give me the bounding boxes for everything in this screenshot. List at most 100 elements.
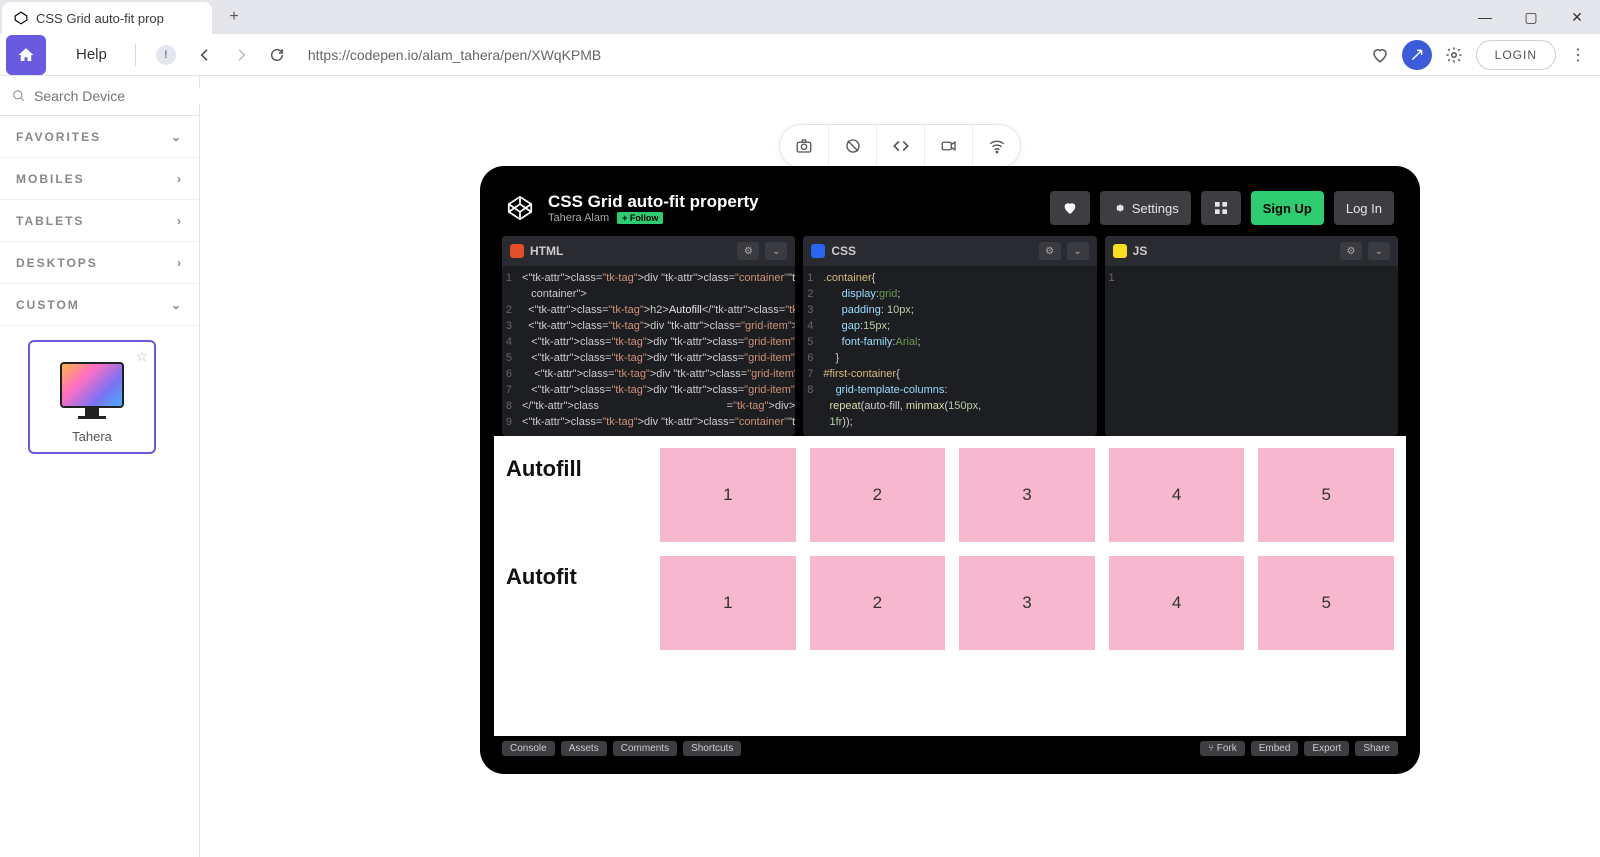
preview-canvas: CSS Grid auto-fit property Tahera Alam +… — [200, 76, 1600, 857]
view-button[interactable] — [1201, 191, 1241, 225]
login-button[interactable]: Log In — [1334, 191, 1394, 225]
html-code[interactable]: 1<"tk-attr">class="tk-tag">div "tk-attr"… — [502, 266, 795, 436]
like-button[interactable] — [1050, 191, 1090, 225]
tab-title: CSS Grid auto-fit prop — [36, 11, 200, 26]
codepen-logo-icon — [506, 194, 534, 222]
editor-dropdown-icon[interactable]: ⌄ — [765, 242, 787, 260]
screenshot-icon[interactable] — [780, 125, 828, 167]
css-badge-icon — [811, 244, 825, 258]
sidebar-label: MOBILES — [16, 172, 85, 186]
window-controls: — ▢ ✕ — [1462, 0, 1600, 34]
forward-button[interactable] — [226, 40, 256, 70]
preview-section: Autofill 12345 — [506, 448, 1394, 542]
sidebar-desktops[interactable]: DESKTOPS › — [0, 242, 199, 284]
editor-settings-icon[interactable]: ⚙ — [737, 242, 759, 260]
editor-row: HTML ⚙ ⌄ 1<"tk-attr">class="tk-tag">div … — [494, 236, 1406, 436]
sidebar-label: TABLETS — [16, 214, 84, 228]
device-sidebar: FAVORITES ⌄ MOBILES › TABLETS › DESKTOPS… — [0, 76, 200, 857]
comments-button[interactable]: Comments — [613, 741, 677, 756]
fork-button[interactable]: ⑂ Fork — [1200, 741, 1245, 756]
embed-button[interactable]: Embed — [1251, 741, 1299, 756]
grid-item: 2 — [810, 556, 946, 650]
settings-button[interactable]: Settings — [1100, 191, 1191, 225]
preview-title: Autofill — [506, 448, 646, 482]
record-icon[interactable] — [924, 125, 972, 167]
new-tab-button[interactable]: + — [220, 3, 248, 31]
chevron-right-icon: › — [177, 214, 183, 228]
html-editor[interactable]: HTML ⚙ ⌄ 1<"tk-attr">class="tk-tag">div … — [502, 236, 795, 436]
browser-toolbar: Help ! https://codepen.io/alam_tahera/pe… — [0, 34, 1600, 76]
browser-tab[interactable]: CSS Grid auto-fit prop — [2, 2, 212, 34]
chevron-down-icon: ⌄ — [171, 130, 183, 144]
alert-badge[interactable]: ! — [156, 45, 176, 65]
maximize-button[interactable]: ▢ — [1508, 0, 1554, 34]
editor-dropdown-icon[interactable]: ⌄ — [1067, 242, 1089, 260]
signup-button[interactable]: Sign Up — [1251, 191, 1324, 225]
codepen-footer: Console Assets Comments Shortcuts ⑂ Fork… — [494, 736, 1406, 760]
tab-strip: CSS Grid auto-fit prop + — ▢ ✕ — [0, 0, 1600, 34]
grid-item: 4 — [1109, 556, 1245, 650]
rotate-icon[interactable] — [828, 125, 876, 167]
custom-device-name: Tahera — [72, 429, 112, 444]
address-bar[interactable]: https://codepen.io/alam_tahera/pen/XWqKP… — [298, 47, 1358, 63]
simulated-device: CSS Grid auto-fit property Tahera Alam +… — [480, 166, 1420, 774]
js-code[interactable]: 1 — [1105, 266, 1398, 436]
reload-button[interactable] — [262, 40, 292, 70]
settings-icon[interactable] — [1438, 39, 1470, 71]
search-row[interactable] — [0, 76, 199, 116]
search-icon — [12, 89, 26, 103]
minimize-button[interactable]: — — [1462, 0, 1508, 34]
grid-item: 3 — [959, 556, 1095, 650]
js-editor[interactable]: JS ⚙ ⌄ 1 — [1105, 236, 1398, 436]
console-button[interactable]: Console — [502, 741, 555, 756]
sidebar-label: FAVORITES — [16, 130, 101, 144]
grid-item: 3 — [959, 448, 1095, 542]
share-button[interactable]: Share — [1355, 741, 1398, 756]
css-editor[interactable]: CSS ⚙ ⌄ 1.container{2 display:grid;3 pad… — [803, 236, 1096, 436]
profile-button[interactable] — [1402, 40, 1432, 70]
editor-settings-icon[interactable]: ⚙ — [1340, 242, 1362, 260]
inspect-icon[interactable] — [876, 125, 924, 167]
chevron-right-icon: › — [177, 172, 183, 186]
js-badge-icon — [1113, 244, 1127, 258]
assets-button[interactable]: Assets — [561, 741, 607, 756]
sidebar-label: DESKTOPS — [16, 256, 98, 270]
help-button[interactable]: Help — [60, 46, 123, 63]
editor-settings-icon[interactable]: ⚙ — [1039, 242, 1061, 260]
monitor-icon — [60, 362, 124, 408]
custom-device-card[interactable]: ☆ Tahera — [28, 340, 156, 454]
sidebar-tablets[interactable]: TABLETS › — [0, 200, 199, 242]
favorite-icon[interactable] — [1364, 39, 1396, 71]
kebab-menu-icon[interactable]: ⋮ — [1562, 39, 1594, 71]
grid-item: 4 — [1109, 448, 1245, 542]
network-icon[interactable] — [972, 125, 1020, 167]
export-button[interactable]: Export — [1304, 741, 1349, 756]
chevron-right-icon: › — [177, 256, 183, 270]
sidebar-custom[interactable]: CUSTOM ⌄ — [0, 284, 199, 326]
device-screen: CSS Grid auto-fit property Tahera Alam +… — [494, 180, 1406, 760]
grid-item: 5 — [1258, 556, 1394, 650]
pen-title: CSS Grid auto-fit property — [548, 192, 759, 212]
grid-item: 5 — [1258, 448, 1394, 542]
codepen-icon — [14, 11, 28, 25]
grid-item: 2 — [810, 448, 946, 542]
grid-item: 1 — [660, 448, 796, 542]
follow-button[interactable]: + Follow — [617, 212, 663, 224]
search-input[interactable] — [34, 88, 215, 104]
sidebar-mobiles[interactable]: MOBILES › — [0, 158, 199, 200]
shortcuts-button[interactable]: Shortcuts — [683, 741, 741, 756]
css-code[interactable]: 1.container{2 display:grid;3 padding: 10… — [803, 266, 1096, 436]
star-icon[interactable]: ☆ — [135, 348, 148, 365]
canvas-toolbar — [779, 124, 1021, 168]
sidebar-favorites[interactable]: FAVORITES ⌄ — [0, 116, 199, 158]
preview-section: Autofit 12345 — [506, 556, 1394, 650]
sidebar-label: CUSTOM — [16, 298, 80, 312]
home-button[interactable] — [6, 35, 46, 75]
login-button[interactable]: LOGIN — [1476, 40, 1556, 70]
close-button[interactable]: ✕ — [1554, 0, 1600, 34]
back-button[interactable] — [190, 40, 220, 70]
chevron-down-icon: ⌄ — [171, 298, 183, 312]
pen-author[interactable]: Tahera Alam — [548, 212, 609, 224]
grid-item: 1 — [660, 556, 796, 650]
editor-dropdown-icon[interactable]: ⌄ — [1368, 242, 1390, 260]
